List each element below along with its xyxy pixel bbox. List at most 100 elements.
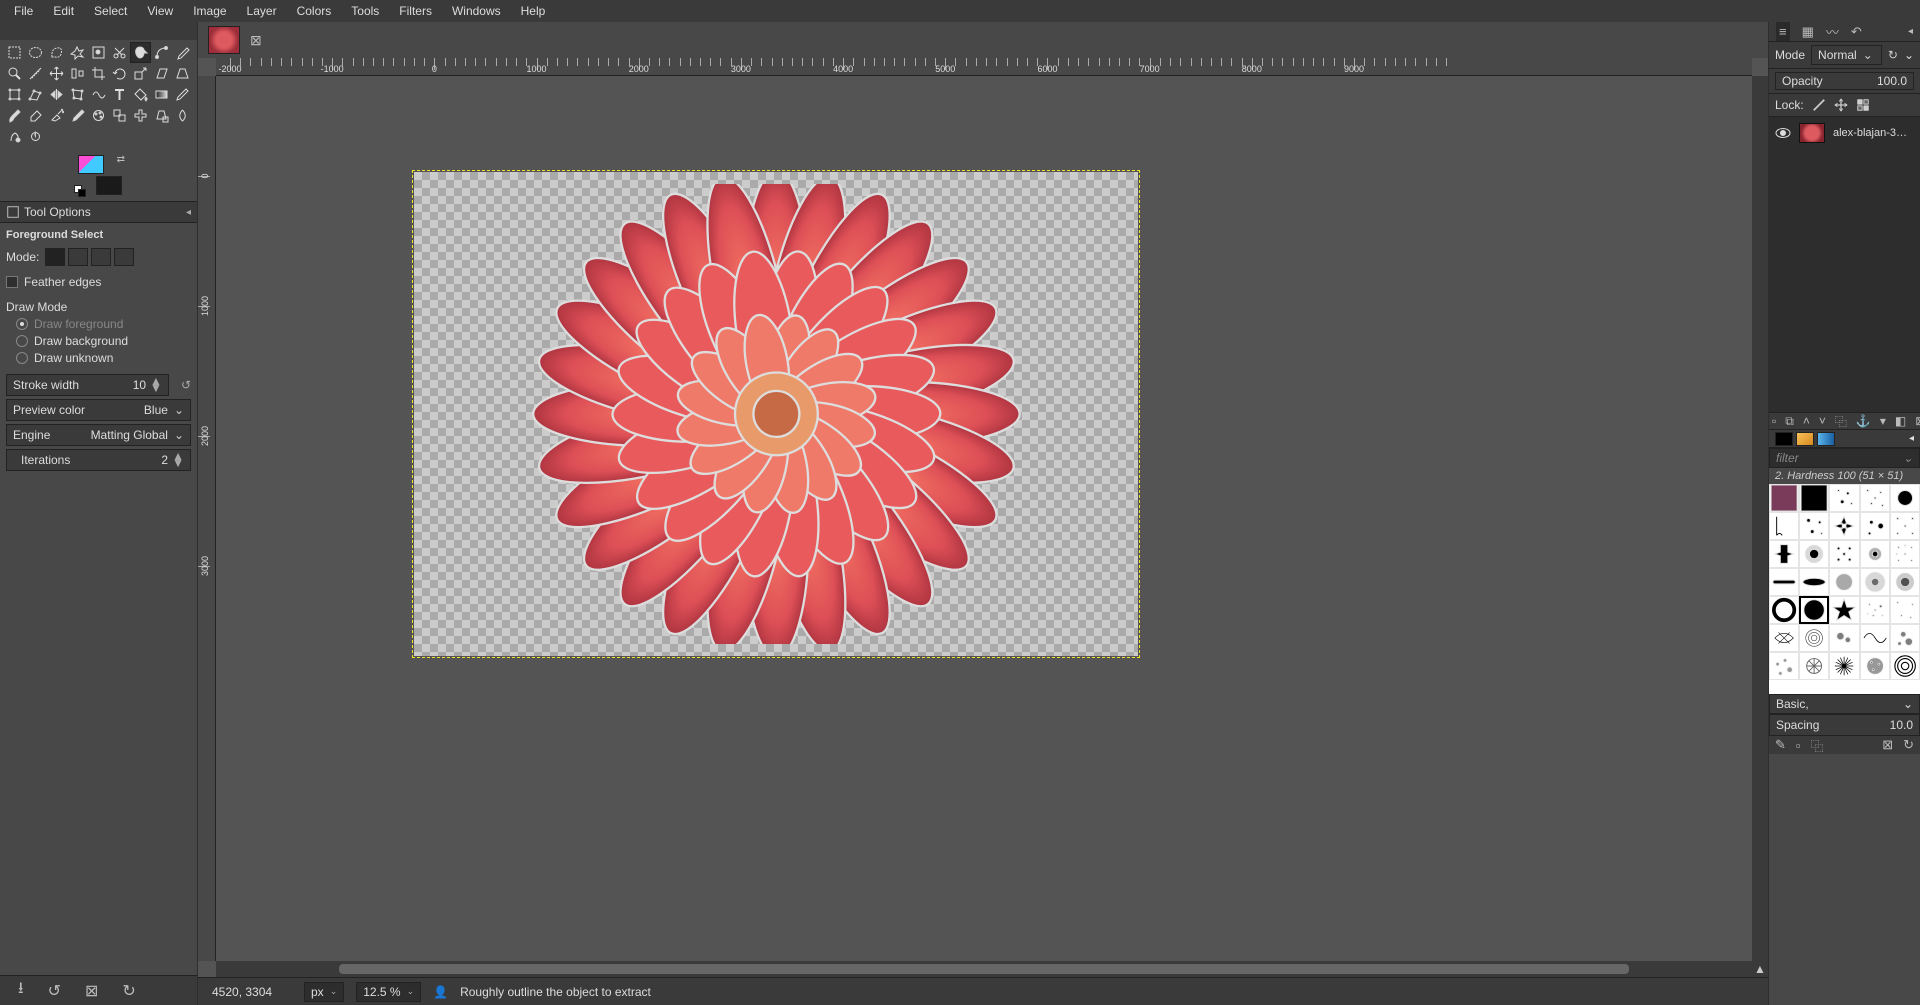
- tool-heal[interactable]: [130, 105, 151, 126]
- default-colors-icon[interactable]: [74, 185, 86, 197]
- tool-crop[interactable]: [88, 63, 109, 84]
- brush-item[interactable]: [1799, 540, 1829, 568]
- tool-text[interactable]: [109, 84, 130, 105]
- delete-layer-icon[interactable]: ⊠: [1915, 414, 1920, 428]
- tool-options-expand-icon[interactable]: ◂: [186, 207, 191, 218]
- brush-item[interactable]: [1829, 512, 1859, 540]
- tool-eraser[interactable]: [25, 105, 46, 126]
- anchor-layer-icon[interactable]: ⚓: [1856, 414, 1871, 428]
- brush-item[interactable]: [1769, 512, 1799, 540]
- tool-scale[interactable]: [130, 63, 151, 84]
- brush-item[interactable]: [1799, 652, 1829, 680]
- new-layer-icon[interactable]: ▫: [1772, 414, 1776, 428]
- tool-mypaint[interactable]: [88, 105, 109, 126]
- duplicate-layer-icon[interactable]: ⿻: [1835, 413, 1847, 430]
- menu-edit[interactable]: Edit: [43, 1, 84, 21]
- menu-colors[interactable]: Colors: [287, 1, 342, 21]
- tool-dodge-burn[interactable]: [25, 126, 46, 147]
- tool-free-select[interactable]: [46, 42, 67, 63]
- channels-tab-icon[interactable]: ▦: [1802, 24, 1814, 40]
- brush-item[interactable]: [1890, 540, 1920, 568]
- menu-layer[interactable]: Layer: [237, 1, 287, 21]
- stroke-width-input[interactable]: Stroke width 10 ▲▼: [6, 374, 169, 396]
- brush-item[interactable]: [1860, 596, 1890, 624]
- unit-combo[interactable]: px⌄: [304, 982, 344, 1002]
- duplicate-brush-icon[interactable]: ⿻: [1811, 736, 1824, 755]
- brush-item[interactable]: [1769, 540, 1799, 568]
- tool-paths[interactable]: [151, 42, 172, 63]
- brush-item[interactable]: [1829, 540, 1859, 568]
- image-tab[interactable]: [208, 26, 240, 54]
- preview-color-combo[interactable]: Preview color Blue ⌄: [6, 399, 191, 421]
- brush-item[interactable]: [1799, 512, 1829, 540]
- lock-alpha-icon[interactable]: [1856, 98, 1870, 112]
- brush-item[interactable]: [1860, 540, 1890, 568]
- brush-item[interactable]: [1890, 624, 1920, 652]
- tool-perspective[interactable]: [172, 63, 193, 84]
- brush-item[interactable]: [1860, 484, 1890, 512]
- ruler-vertical[interactable]: 0100020003000: [198, 76, 216, 961]
- menu-image[interactable]: Image: [183, 1, 236, 21]
- mask-icon[interactable]: ◧: [1895, 414, 1906, 428]
- tool-flip[interactable]: [46, 84, 67, 105]
- tool-zoom[interactable]: [4, 63, 25, 84]
- tool-perspective-clone[interactable]: [151, 105, 172, 126]
- edit-brush-icon[interactable]: ✎: [1775, 737, 1786, 753]
- brush-item[interactable]: [1769, 652, 1799, 680]
- brush-item[interactable]: [1890, 568, 1920, 596]
- tool-rectangle-select[interactable]: [4, 42, 25, 63]
- lock-pixels-icon[interactable]: [1812, 98, 1826, 112]
- tool-blur-sharpen[interactable]: [172, 105, 193, 126]
- brush-item[interactable]: [1769, 596, 1799, 624]
- color-swatches[interactable]: ⇄: [78, 155, 122, 195]
- layers-tab-icon[interactable]: ≡: [1776, 22, 1790, 41]
- layer-mode-combo[interactable]: Normal ⌄: [1811, 45, 1882, 65]
- tool-align[interactable]: [67, 63, 88, 84]
- close-tab-icon[interactable]: ⊠: [246, 32, 266, 49]
- menu-file[interactable]: File: [4, 1, 43, 21]
- brush-filter-input[interactable]: filter⌄: [1769, 448, 1920, 468]
- iterations-input[interactable]: Iterations 2 ▲▼: [6, 449, 191, 471]
- menu-select[interactable]: Select: [84, 1, 137, 21]
- brush-item[interactable]: [1769, 624, 1799, 652]
- tool-bucket-fill[interactable]: [130, 84, 151, 105]
- tool-smudge[interactable]: [4, 126, 25, 147]
- ruler-horizontal[interactable]: -2000-1000010002000300040005000600070008…: [216, 58, 1752, 76]
- save-preset-icon[interactable]: ⭳: [18, 977, 24, 1004]
- tool-rotate[interactable]: [109, 63, 130, 84]
- tool-unified-transform[interactable]: [4, 84, 25, 105]
- draw-bg-radio[interactable]: [16, 335, 28, 347]
- tool-shear[interactable]: [151, 63, 172, 84]
- tool-pencil[interactable]: [172, 84, 193, 105]
- draw-fg-radio[interactable]: [16, 318, 28, 330]
- brush-item[interactable]: [1860, 652, 1890, 680]
- brush-item[interactable]: [1799, 624, 1829, 652]
- tool-airbrush[interactable]: [46, 105, 67, 126]
- brush-item[interactable]: [1860, 512, 1890, 540]
- menu-view[interactable]: View: [137, 1, 183, 21]
- brush-item[interactable]: [1829, 652, 1859, 680]
- lock-position-icon[interactable]: [1834, 98, 1848, 112]
- delete-brush-icon[interactable]: ⊠: [1882, 737, 1893, 753]
- mode-replace[interactable]: [45, 248, 65, 266]
- tool-warp[interactable]: [88, 84, 109, 105]
- brush-preset-combo[interactable]: Basic,⌄: [1769, 694, 1920, 714]
- brush-item[interactable]: [1829, 484, 1859, 512]
- tool-fuzzy-select[interactable]: [67, 42, 88, 63]
- engine-combo[interactable]: Engine Matting Global ⌄: [6, 424, 191, 446]
- brush-item[interactable]: [1829, 568, 1859, 596]
- brush-item[interactable]: [1799, 484, 1829, 512]
- new-group-icon[interactable]: ⧉: [1785, 414, 1794, 429]
- expand-icon[interactable]: ◂: [1908, 26, 1913, 37]
- brush-item[interactable]: [1860, 568, 1890, 596]
- navigation-icon[interactable]: ▲: [1752, 961, 1768, 977]
- layer-row[interactable]: alex-blajan-3…: [1769, 117, 1920, 149]
- zoom-combo[interactable]: 12.5 %⌄: [356, 982, 421, 1002]
- patterns-tab-icon[interactable]: [1796, 432, 1814, 446]
- feather-checkbox[interactable]: [6, 276, 18, 288]
- layer-name[interactable]: alex-blajan-3…: [1833, 127, 1907, 139]
- gradients-tab-icon[interactable]: [1817, 432, 1835, 446]
- mode-menu-icon[interactable]: ⌄: [1904, 48, 1914, 62]
- canvas[interactable]: [216, 76, 1752, 961]
- swap-colors-icon[interactable]: ⇄: [117, 154, 125, 165]
